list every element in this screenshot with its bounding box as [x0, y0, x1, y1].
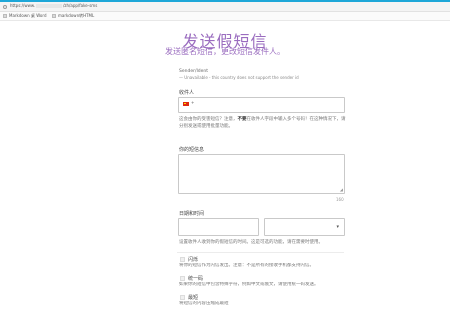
bookmark-2-label: markdown转HTML: [58, 13, 95, 18]
message-textarea[interactable]: ◢: [178, 154, 345, 194]
page-subtitle: 发送匿名短信，更改短信发件人。: [165, 47, 285, 56]
bookmarks-bar: Markdown 桌 Word markdown转HTML: [0, 12, 450, 21]
schedule-label: 日期和时间: [179, 211, 205, 217]
sender-note: — Unavailable - this country does not su…: [179, 75, 299, 80]
shortest-checkbox[interactable]: [180, 295, 185, 300]
url-path: /zh/app/fake-sms: [63, 3, 98, 8]
recipient-help-part1: 这会由你的受害短信？注意，: [179, 117, 238, 122]
sender-label: Sender/Ident: [179, 69, 209, 74]
flash-checkbox[interactable]: [180, 257, 185, 262]
message-label: 你的短信息: [179, 147, 205, 153]
recipient-input[interactable]: +: [178, 97, 345, 113]
unicode-option-desc: 如果你的短信中包含特殊字符，例如中文或俄文，请使用统一码发送。: [179, 282, 319, 287]
recipient-help-bold: 不要: [237, 117, 247, 122]
url-prefix: https://www.: [10, 3, 36, 8]
country-code-prefix[interactable]: +: [191, 100, 194, 105]
flash-option-desc: 将你的短信作为闪信发出。注意：不是所有的接收手机都支持闪信。: [179, 263, 314, 268]
url-redacted-domain: [36, 4, 63, 8]
bookmark-1-label: Markdown 桌 Word: [9, 13, 47, 18]
unicode-checkbox[interactable]: [180, 276, 185, 281]
bookmark-2[interactable]: markdown转HTML: [52, 13, 94, 19]
shortest-option-desc: 将短信的内容压缩成最短: [179, 301, 229, 306]
resize-handle-icon[interactable]: ◢: [340, 188, 343, 192]
china-flag-icon: [183, 102, 189, 106]
divider: [177, 252, 344, 253]
bookmark-page-icon: [52, 14, 56, 18]
url-text[interactable]: https://www. /zh/app/fake-sms: [10, 3, 97, 8]
lock-icon: [3, 5, 7, 9]
recipient-label: 收件人: [179, 90, 195, 96]
unicode-option-title: 统一码: [188, 276, 204, 282]
time-select[interactable]: ▾: [264, 218, 345, 236]
shortest-option-title: 最短: [188, 295, 199, 301]
date-input[interactable]: [178, 218, 259, 236]
char-counter: 160: [336, 197, 344, 202]
schedule-help: 设置收件人收到你的假短信的时间。这是可选的功能，请在需要时使用。: [179, 240, 323, 245]
bookmark-1[interactable]: Markdown 桌 Word: [3, 13, 46, 19]
flash-option-title: 闪烁: [188, 257, 199, 263]
chevron-down-icon: ▾: [336, 224, 339, 230]
address-bar[interactable]: https://www. /zh/app/fake-sms: [0, 2, 450, 12]
bookmark-page-icon: [3, 14, 7, 18]
recipient-help: 这会由你的受害短信？注意，不要在收件人字段中输入多个号码！在这种情况下，请分别发…: [179, 117, 347, 130]
